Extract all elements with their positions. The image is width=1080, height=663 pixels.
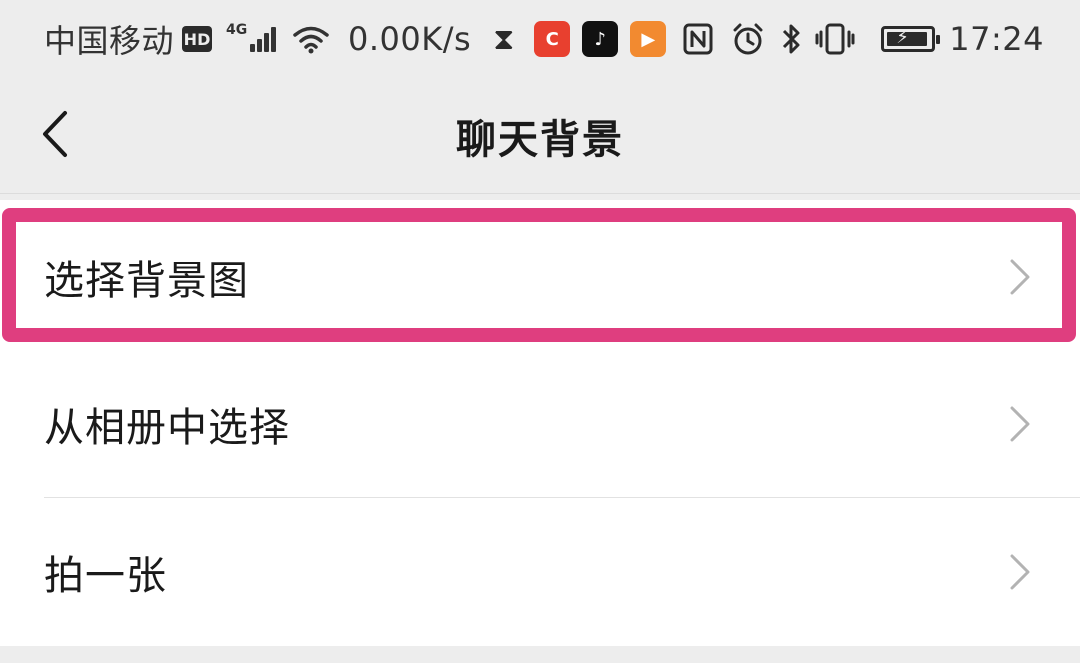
video-player-icon: ▶ — [630, 21, 667, 57]
network-type: 4G — [226, 22, 248, 38]
screen: 中国移动 HD 4G 0.00K/s ⧗ C ♪ ▶ ⚡ 17:24 聊天背景 … — [0, 0, 1080, 663]
background-options-list: 选择背景图 从相册中选择 拍一张 — [0, 200, 1080, 646]
list-item-choose-from-album[interactable]: 从相册中选择 — [0, 350, 1080, 498]
wifi-icon — [293, 26, 329, 54]
app-c-618-icon: C — [534, 21, 571, 57]
list-item-label: 从相册中选择 — [44, 405, 290, 451]
network-speed: 0.00K/s — [348, 20, 472, 58]
tiktok-icon: ♪ — [582, 21, 619, 57]
nav-bar: 聊天背景 — [0, 78, 1080, 194]
clock: 17:24 — [949, 20, 1044, 58]
status-bar-left: 中国移动 HD 4G 0.00K/s ⧗ C ♪ ▶ — [44, 16, 667, 62]
list-item-take-photo[interactable]: 拍一张 — [0, 498, 1080, 646]
chevron-right-icon — [1010, 259, 1030, 295]
list-item-label: 拍一张 — [44, 553, 167, 599]
list-item-choose-background[interactable]: 选择背景图 — [0, 204, 1080, 350]
bluetooth-icon — [783, 24, 800, 54]
vibrate-icon — [815, 23, 855, 55]
list-item-label: 选择背景图 — [44, 258, 249, 304]
back-button[interactable] — [30, 104, 80, 164]
bottom-background — [0, 648, 1080, 663]
hd-badge: HD — [182, 26, 213, 52]
chevron-right-icon — [1010, 554, 1030, 590]
chevron-right-icon — [1010, 406, 1030, 442]
carrier-name: 中国移动 — [44, 22, 175, 60]
chevron-left-icon — [43, 111, 67, 157]
status-bar: 中国移动 HD 4G 0.00K/s ⧗ C ♪ ▶ ⚡ 17:24 — [0, 0, 1080, 78]
page-title: 聊天背景 — [456, 116, 624, 163]
battery-icon: ⚡ — [881, 26, 941, 52]
cellular-signal-icon: 4G — [226, 22, 278, 54]
nfc-icon — [683, 23, 713, 55]
hourglass-icon: ⧗ — [493, 21, 515, 57]
status-bar-right: ⚡ 17:24 — [683, 20, 1044, 58]
alarm-icon — [733, 23, 763, 55]
